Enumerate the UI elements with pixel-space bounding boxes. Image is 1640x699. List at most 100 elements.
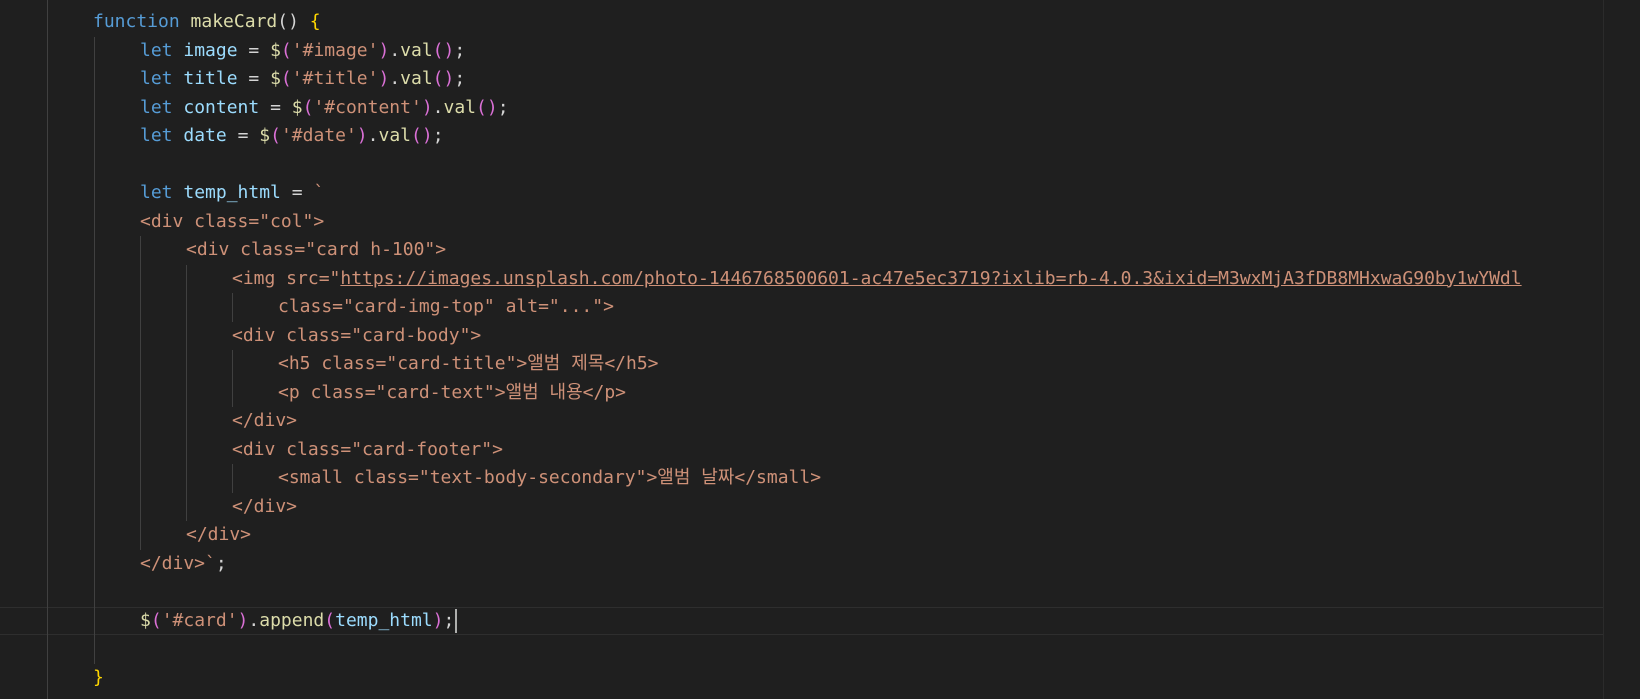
code-text: let content = $('#content').val();: [140, 96, 509, 118]
code-text: let title = $('#title').val();: [140, 68, 466, 89]
code-editor[interactable]: function makeCard() { let image = $('#im…: [0, 0, 1640, 699]
jquery-call: $: [291, 96, 303, 118]
indent-guide: [232, 378, 233, 407]
brace: {: [309, 11, 321, 32]
indent-guide: [140, 464, 141, 493]
code-text: </div>`;: [140, 550, 227, 579]
indent-guide: [94, 635, 95, 664]
code-line-6[interactable]: [0, 150, 1604, 179]
variable: date: [183, 125, 227, 146]
semicolon: ;: [497, 96, 509, 118]
indent-guide: [232, 350, 233, 379]
indent-guide: [140, 264, 141, 293]
code-line-10[interactable]: <img src="https://images.unsplash.com/ph…: [0, 264, 1604, 294]
paren: (): [476, 96, 498, 118]
code-line-21[interactable]: [0, 578, 1604, 607]
string: '#image': [291, 39, 379, 61]
template-text: </div>: [186, 524, 252, 545]
indent-guide: [94, 407, 95, 436]
code-text: }: [93, 664, 104, 693]
indent-guide: [140, 378, 141, 407]
variable: title: [183, 68, 238, 89]
code-line-12[interactable]: <div class="card-body">: [0, 321, 1604, 350]
code-line-20[interactable]: </div>`;: [0, 549, 1604, 579]
code-line-2[interactable]: let image = $('#image').val();: [0, 36, 1604, 65]
indent-guide: [186, 378, 187, 407]
indent-guide: [94, 122, 95, 151]
semicolon: ;: [432, 125, 444, 146]
code-line-5[interactable]: let date = $('#date').val();: [0, 122, 1604, 151]
template-text: <div class="card-body">: [232, 324, 482, 346]
paren: (: [280, 39, 292, 61]
string: '#title': [291, 68, 379, 89]
template-text: class="card-img-top" alt="...">: [278, 296, 614, 317]
indent-guide: [94, 549, 95, 578]
method: val: [400, 39, 433, 61]
image-url-link[interactable]: https://images.unsplash.com/photo-144676…: [340, 268, 1521, 289]
code-line-16[interactable]: <div class="card-footer">: [0, 435, 1604, 464]
template-text: <img src="https://images.unsplash.com/ph…: [232, 265, 1522, 294]
template-literal-start: `: [313, 182, 325, 203]
paren: ): [356, 125, 368, 146]
code-line-7[interactable]: let temp_html = `: [0, 179, 1604, 208]
operator: =: [291, 182, 303, 203]
code-line-22-current[interactable]: $('#card').append(temp_html);: [0, 606, 1604, 636]
code-line-15[interactable]: </div>: [0, 407, 1604, 436]
indent-guide: [94, 65, 95, 94]
indent-guide: [94, 464, 95, 493]
code-line-23[interactable]: [0, 635, 1604, 664]
indent-guide: [94, 264, 95, 293]
indent-guide: [232, 464, 233, 493]
paren: ): [378, 68, 390, 89]
indent-guide: [94, 578, 95, 607]
code-line-3[interactable]: let title = $('#title').val();: [0, 65, 1604, 94]
code-line-14[interactable]: <p class="card-text">앨범 내용</p>: [0, 378, 1604, 407]
code-line-18[interactable]: </div>: [0, 492, 1604, 521]
template-text: <div class="card-footer">: [232, 438, 503, 460]
indent-guide: [140, 492, 141, 521]
keyword: let: [140, 68, 173, 89]
operator: =: [237, 125, 249, 146]
code-line-9[interactable]: <div class="card h-100">: [0, 236, 1604, 265]
code-line-8[interactable]: <div class="col">: [0, 207, 1604, 236]
indent-guide: [140, 236, 141, 265]
indent-guide: [94, 179, 95, 208]
paren: (: [324, 609, 336, 631]
keyword: let: [140, 125, 173, 146]
template-text: <h5 class="card-title">앨범 제목</h5>: [278, 353, 659, 374]
paren: (): [432, 68, 455, 89]
code-line-1[interactable]: function makeCard() {: [0, 8, 1604, 37]
template-text: <small class="text-body-secondary">앨범 날짜…: [278, 467, 822, 488]
indent-guide: [186, 464, 187, 493]
indent-guide: [186, 435, 187, 464]
keyword: function: [93, 11, 180, 32]
code-line-24[interactable]: }: [0, 664, 1604, 693]
paren: ): [432, 609, 444, 631]
code-line-4[interactable]: let content = $('#content').val();: [0, 93, 1604, 122]
code-line-13[interactable]: <h5 class="card-title">앨범 제목</h5>: [0, 350, 1604, 379]
outer-indent-guide: [47, 0, 48, 699]
indent-guide: [186, 350, 187, 379]
indent-guide: [94, 293, 95, 322]
indent-guide: [186, 264, 187, 293]
paren: (): [432, 39, 455, 61]
code-line-19[interactable]: </div>: [0, 521, 1604, 550]
img-tag-open: <img src=": [232, 267, 341, 289]
keyword: let: [140, 39, 173, 61]
string: '#date': [280, 125, 357, 146]
string: '#card': [161, 609, 238, 631]
indent-guide: [232, 293, 233, 322]
keyword: let: [140, 96, 173, 118]
jquery-call: $: [259, 125, 271, 146]
keyword: let: [140, 182, 173, 203]
indent-guide: [140, 407, 141, 436]
template-text: <div class="col">: [140, 210, 325, 232]
vertical-scrollbar[interactable]: [1603, 0, 1640, 699]
paren: ): [237, 609, 249, 631]
operator: =: [270, 96, 281, 118]
indent-guide: [186, 321, 187, 350]
code-text: $('#card').append(temp_html);: [140, 607, 458, 636]
code-line-17[interactable]: <small class="text-body-secondary">앨범 날짜…: [0, 464, 1604, 493]
code-line-11[interactable]: class="card-img-top" alt="...">: [0, 293, 1604, 322]
variable: temp_html: [335, 609, 433, 631]
